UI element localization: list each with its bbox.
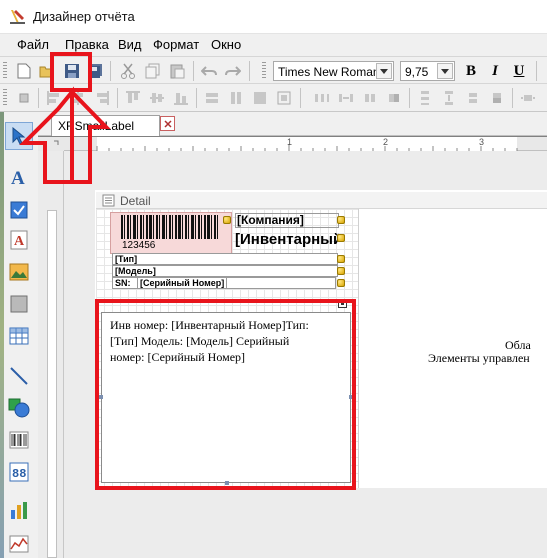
annotation-arrow-icon (19, 86, 111, 184)
